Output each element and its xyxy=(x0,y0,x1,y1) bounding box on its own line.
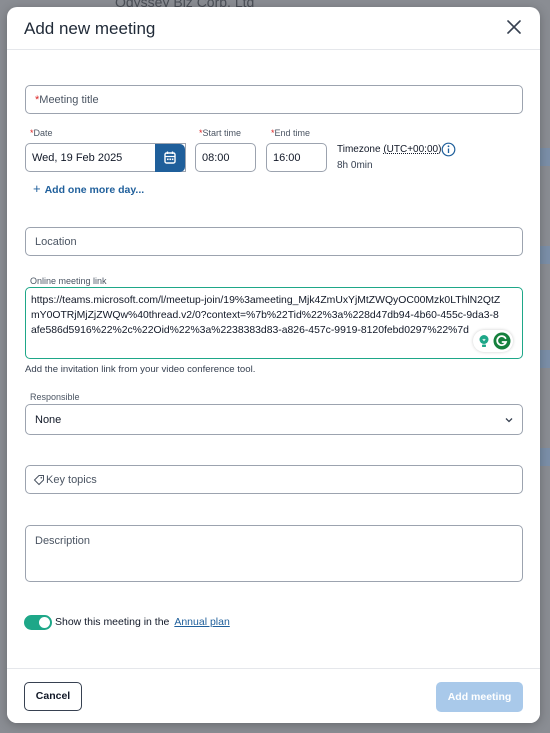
info-icon[interactable] xyxy=(441,142,456,157)
dialog-title: Add new meeting xyxy=(24,19,156,38)
add-meeting-button[interactable]: Add meeting xyxy=(436,682,523,712)
meeting-title-placeholder: *Meeting title xyxy=(35,94,99,106)
description-placeholder: Description xyxy=(35,535,91,547)
dialog-footer: Cancel Add meeting xyxy=(7,668,540,723)
background-stripe xyxy=(540,350,550,368)
responsible-label: Responsible xyxy=(30,392,80,402)
calendar-button[interactable] xyxy=(155,144,185,172)
chevron-down-icon xyxy=(505,418,513,423)
end-time-label: *End time xyxy=(271,128,311,138)
online-link-label: Online meeting link xyxy=(30,276,107,286)
dialog-header: Add new meeting xyxy=(7,7,540,50)
online-link-textarea[interactable]: https://teams.microsoft.com/l/meetup-joi… xyxy=(25,287,523,359)
timezone-display: Timezone (UTC+00:00) xyxy=(337,144,441,155)
key-topics-placeholder: Key topics xyxy=(46,474,97,486)
annual-plan-text: Show this meeting in the Annual plan xyxy=(55,616,230,628)
bulb-icon xyxy=(479,335,489,347)
add-meeting-dialog: Add new meeting *Meeting title *Date Wed… xyxy=(7,7,540,723)
online-link-value: https://teams.microsoft.com/l/meetup-joi… xyxy=(31,295,501,336)
responsible-select[interactable]: None xyxy=(25,404,523,435)
annual-plan-link[interactable]: Annual plan xyxy=(174,616,229,628)
date-value: Wed, 19 Feb 2025 xyxy=(32,152,123,164)
background-stripe xyxy=(540,246,550,264)
add-day-link[interactable]: + Add one more day... xyxy=(33,181,144,196)
toggle-knob xyxy=(39,617,50,628)
cancel-button[interactable]: Cancel xyxy=(24,682,82,711)
description-textarea[interactable]: Description xyxy=(25,525,523,582)
key-topics-input[interactable]: Key topics xyxy=(25,465,523,494)
responsible-value: None xyxy=(35,414,62,426)
location-placeholder: Location xyxy=(35,236,77,248)
timezone-label: Timezone xyxy=(337,144,381,155)
annual-plan-toggle[interactable] xyxy=(24,615,52,630)
location-input[interactable]: Location xyxy=(25,227,523,256)
date-label: *Date xyxy=(30,128,53,138)
start-time-input[interactable]: 08:00 xyxy=(195,143,256,172)
meeting-title-input[interactable]: *Meeting title xyxy=(25,85,523,114)
start-time-value: 08:00 xyxy=(202,152,230,164)
timezone-value[interactable]: (UTC+00:00) xyxy=(383,144,441,155)
tag-icon xyxy=(33,475,44,486)
calendar-icon xyxy=(164,151,176,164)
grammarly-icon xyxy=(493,332,511,350)
online-link-hint: Add the invitation link from your video … xyxy=(25,364,256,375)
meeting-duration: 8h 0min xyxy=(337,160,373,171)
end-time-value: 16:00 xyxy=(273,152,301,164)
end-time-input[interactable]: 16:00 xyxy=(266,143,327,172)
background-stripe xyxy=(540,148,550,166)
close-icon[interactable] xyxy=(504,17,524,37)
plus-icon: + xyxy=(33,181,41,196)
grammar-assistant-widget[interactable] xyxy=(473,330,513,352)
start-time-label: *Start time xyxy=(199,128,242,138)
background-stripe xyxy=(540,448,550,466)
